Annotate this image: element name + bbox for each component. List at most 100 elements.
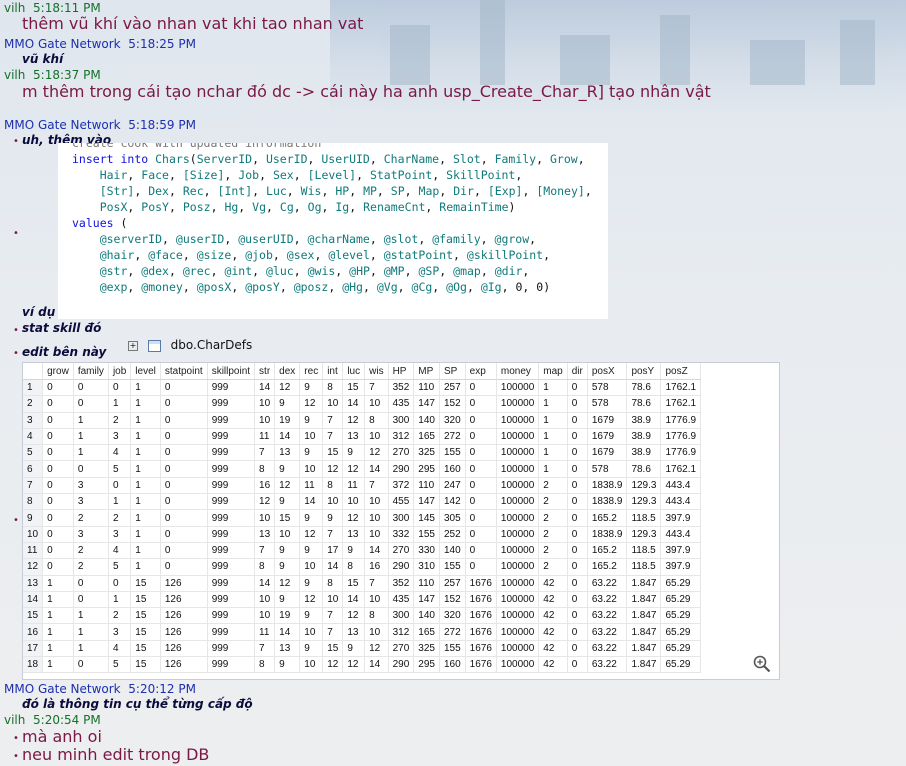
- table-cell[interactable]: 10: [364, 526, 389, 543]
- table-cell[interactable]: 9: [274, 395, 301, 413]
- table-row[interactable]: 7 0 3 0 1 0 999 16 12 11 8 11 7 372 110 247 0 100000 2 0 183…: [23, 477, 702, 495]
- table-cell[interactable]: 0: [567, 395, 588, 413]
- table-cell[interactable]: 1: [73, 412, 109, 429]
- table-cell[interactable]: 1: [130, 395, 161, 413]
- table-cell[interactable]: 152: [439, 591, 466, 609]
- table-cell[interactable]: 10: [254, 412, 276, 429]
- table-cell[interactable]: 7: [364, 379, 389, 397]
- table-cell[interactable]: 3: [73, 526, 109, 543]
- table-cell[interactable]: 9: [274, 460, 301, 478]
- table-cell[interactable]: 0: [160, 542, 208, 560]
- table-cell[interactable]: 7: [322, 526, 344, 543]
- table-cell[interactable]: 65.29: [660, 607, 702, 625]
- table-cell[interactable]: 155: [439, 640, 466, 658]
- table-cell[interactable]: 5: [108, 656, 132, 674]
- table-cell[interactable]: 100000: [496, 379, 540, 397]
- table-cell[interactable]: 0: [42, 412, 74, 429]
- table-cell[interactable]: 7: [322, 412, 344, 429]
- table-cell[interactable]: 0: [567, 428, 588, 446]
- table-cell[interactable]: 0: [465, 444, 497, 462]
- table-cell[interactable]: 10: [299, 460, 324, 478]
- row-number[interactable]: 17: [23, 640, 44, 658]
- table-cell[interactable]: 435: [388, 591, 415, 609]
- table-cell[interactable]: 100000: [496, 542, 540, 560]
- table-cell[interactable]: 1762.1: [660, 460, 702, 478]
- table-cell[interactable]: 0: [465, 460, 497, 478]
- table-cell[interactable]: 110: [413, 575, 440, 592]
- table-cell[interactable]: 999: [207, 623, 256, 641]
- table-cell[interactable]: 1: [130, 558, 161, 576]
- table-cell[interactable]: 272: [439, 623, 466, 641]
- table-cell[interactable]: 9: [299, 542, 324, 560]
- table-cell[interactable]: 0: [567, 656, 588, 674]
- table-cell[interactable]: 4: [108, 640, 132, 658]
- table-cell[interactable]: 100000: [496, 640, 540, 658]
- row-number[interactable]: 3: [23, 412, 44, 429]
- table-cell[interactable]: 140: [413, 412, 440, 429]
- table-cell[interactable]: 2: [538, 477, 568, 495]
- table-cell[interactable]: 1: [42, 575, 74, 592]
- column-header[interactable]: level: [130, 363, 161, 380]
- table-cell[interactable]: 14: [299, 493, 324, 511]
- table-cell[interactable]: 100000: [496, 477, 540, 495]
- table-cell[interactable]: 0: [567, 591, 588, 609]
- table-cell[interactable]: 290: [388, 558, 415, 576]
- table-row[interactable]: 11 0 2 4 1 0 999 7 9 9 17 9 14 270 330 140 0 100000 2 0 165.…: [23, 542, 702, 560]
- table-cell[interactable]: 8: [364, 412, 389, 429]
- row-number[interactable]: 12: [23, 558, 44, 576]
- table-cell[interactable]: 15: [322, 444, 344, 462]
- table-cell[interactable]: 0: [567, 509, 588, 527]
- table-cell[interactable]: 0: [42, 477, 74, 495]
- table-cell[interactable]: 13: [274, 444, 301, 462]
- table-cell[interactable]: 1676: [465, 623, 497, 641]
- table-cell[interactable]: 8: [364, 607, 389, 625]
- table-cell[interactable]: 0: [73, 395, 109, 413]
- table-cell[interactable]: 300: [388, 412, 415, 429]
- table-cell[interactable]: 100000: [496, 526, 540, 543]
- row-number[interactable]: 4: [23, 428, 44, 446]
- table-cell[interactable]: 12: [322, 460, 344, 478]
- table-cell[interactable]: 1679: [587, 444, 628, 462]
- table-cell[interactable]: 10: [322, 591, 344, 609]
- table-cell[interactable]: 330: [413, 542, 440, 560]
- column-header[interactable]: statpoint: [160, 363, 208, 380]
- table-cell[interactable]: 455: [388, 493, 415, 511]
- table-cell[interactable]: 42: [538, 607, 568, 625]
- table-cell[interactable]: 295: [413, 656, 440, 674]
- table-cell[interactable]: 1: [73, 607, 109, 625]
- table-cell[interactable]: 12: [364, 444, 389, 462]
- table-cell[interactable]: 10: [364, 591, 389, 609]
- table-cell[interactable]: 63.22: [587, 640, 628, 658]
- table-cell[interactable]: 310: [413, 558, 440, 576]
- table-cell[interactable]: 10: [274, 526, 301, 543]
- table-cell[interactable]: 0: [567, 623, 588, 641]
- table-cell[interactable]: 12: [274, 575, 301, 592]
- table-cell[interactable]: 999: [207, 412, 256, 429]
- table-cell[interactable]: 7: [364, 477, 389, 495]
- table-cell[interactable]: 1.847: [626, 591, 662, 609]
- table-cell[interactable]: 290: [388, 656, 415, 674]
- table-cell[interactable]: 999: [207, 493, 256, 511]
- table-cell[interactable]: 2: [108, 607, 132, 625]
- table-cell[interactable]: 1676: [465, 640, 497, 658]
- table-cell[interactable]: 15: [130, 607, 161, 625]
- table-cell[interactable]: 3: [108, 623, 132, 641]
- table-row[interactable]: 18 1 0 5 15 126 999 8 9 10 12 12 14 290 295 160 1676 1000…: [23, 656, 702, 674]
- table-cell[interactable]: 10: [299, 656, 324, 674]
- table-cell[interactable]: 9: [274, 656, 301, 674]
- table-cell[interactable]: 999: [207, 542, 256, 560]
- table-cell[interactable]: 10: [364, 395, 389, 413]
- table-cell[interactable]: 15: [342, 379, 366, 397]
- table-row[interactable]: 2 0 0 1 1 0 999 10 9 12 10 14 10 435 147 152 0 100000 1 0 57…: [23, 395, 702, 413]
- table-cell[interactable]: 38.9: [626, 428, 662, 446]
- table-cell[interactable]: 1676: [465, 591, 497, 609]
- table-cell[interactable]: 100000: [496, 575, 540, 592]
- table-cell[interactable]: 100000: [496, 656, 540, 674]
- table-cell[interactable]: 312: [388, 428, 415, 446]
- table-cell[interactable]: 118.5: [626, 558, 662, 576]
- table-cell[interactable]: 9: [299, 509, 324, 527]
- table-cell[interactable]: 13: [342, 526, 366, 543]
- table-cell[interactable]: 295: [413, 460, 440, 478]
- table-cell[interactable]: 0: [160, 428, 208, 446]
- table-cell[interactable]: 999: [207, 607, 256, 625]
